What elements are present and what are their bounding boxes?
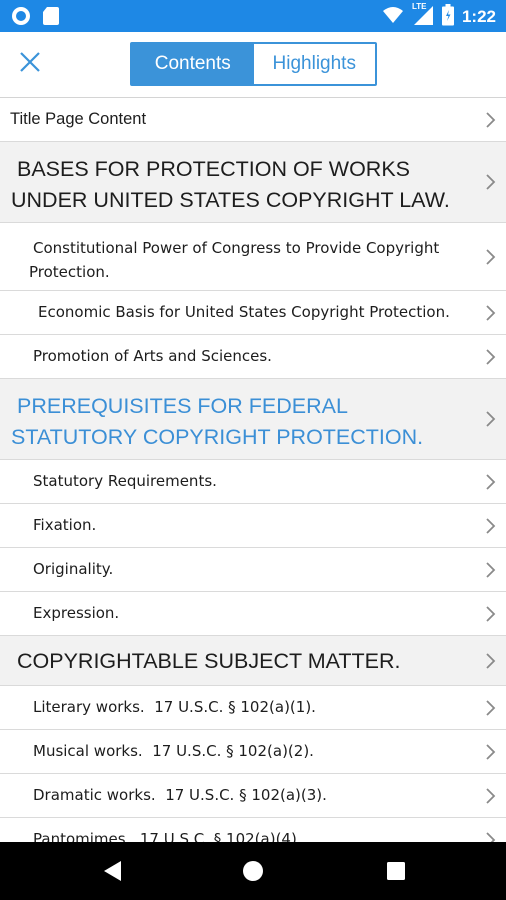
toc-item-label: Dramatic works. 17 U.S.C. § 102(a)(3). [33,786,327,804]
chevron-right-icon [486,561,496,578]
chevron-right-icon [486,473,496,490]
toc-item-label: Promotion of Arts and Sciences. [33,347,272,365]
toc-section-label: BASES FOR PROTECTION OF WORKS UNDER UNIT… [11,157,450,212]
chevron-right-icon [486,348,496,365]
chevron-right-icon [486,304,496,321]
signal-icon: LTE [411,2,434,30]
status-left [10,5,60,31]
recents-icon [387,862,405,880]
status-bar: LTE 1:22 [0,0,506,32]
toc-section-bases[interactable]: BASES FOR PROTECTION OF WORKS UNDER UNIT… [0,142,506,223]
sd-card-icon [42,6,60,30]
toc-item[interactable]: Constitutional Power of Congress to Prov… [0,223,506,291]
toc-section-subject-matter[interactable]: COPYRIGHTABLE SUBJECT MATTER. [0,636,506,686]
toc-item[interactable]: Musical works. 17 U.S.C. § 102(a)(2). [0,730,506,774]
toc-item-label: Originality. [33,560,114,578]
chevron-right-icon [486,605,496,622]
back-icon [104,861,121,881]
toc-section-label: PREREQUISITES FOR FEDERAL STATUTORY COPY… [11,394,424,449]
toc-item[interactable]: Literary works. 17 U.S.C. § 102(a)(1). [0,686,506,730]
network-label: LTE [411,2,427,11]
tab-contents[interactable]: Contents [132,44,254,84]
toc-item-label: Economic Basis for United States Copyrig… [38,303,450,321]
table-of-contents: Title Page Content BASES FOR PROTECTION … [0,98,506,842]
battery-icon [441,4,454,30]
home-icon [243,861,263,881]
wifi-icon [382,5,404,29]
chevron-right-icon [486,743,496,760]
toc-item[interactable]: Pantomimes. 17 U.S.C. § 102(a)(4). [0,818,506,842]
navigation-bar [0,842,506,900]
toc-item[interactable]: Originality. [0,548,506,592]
chevron-right-icon [486,831,496,842]
toc-item-label: Constitutional Power of Congress to Prov… [29,239,440,281]
app-bar: Contents Highlights [0,32,506,98]
chevron-right-icon [486,699,496,716]
chevron-right-icon [486,787,496,804]
toc-item-label: Musical works. 17 U.S.C. § 102(a)(2). [33,742,314,760]
home-button[interactable] [239,857,267,885]
notification-dot-icon [10,5,32,31]
chevron-right-icon [486,111,496,128]
toc-item-label: Title Page Content [10,110,147,128]
toc-section-label: COPYRIGHTABLE SUBJECT MATTER. [17,649,401,673]
toc-item[interactable]: Dramatic works. 17 U.S.C. § 102(a)(3). [0,774,506,818]
toc-item-label: Statutory Requirements. [33,472,217,490]
toc-item[interactable]: Fixation. [0,504,506,548]
toc-item-title-page[interactable]: Title Page Content [0,98,506,142]
back-button[interactable] [98,857,126,885]
chevron-right-icon [486,652,496,669]
toc-item-label: Pantomimes. 17 U.S.C. § 102(a)(4). [33,830,302,842]
toc-section-prerequisites[interactable]: PREREQUISITES FOR FEDERAL STATUTORY COPY… [0,379,506,460]
toc-item-label: Expression. [33,604,120,622]
close-button[interactable] [12,46,48,82]
status-time: 1:22 [461,7,496,26]
status-right: LTE 1:22 [382,2,496,30]
toc-item-label: Literary works. 17 U.S.C. § 102(a)(1). [33,698,316,716]
toc-item-label: Fixation. [33,516,97,534]
tab-highlights[interactable]: Highlights [253,44,375,84]
chevron-right-icon [486,411,496,427]
close-icon [19,51,41,77]
view-switcher: Contents Highlights [130,42,377,86]
toc-item[interactable]: Expression. [0,592,506,636]
toc-item[interactable]: Economic Basis for United States Copyrig… [0,291,506,335]
chevron-right-icon [486,174,496,190]
toc-item[interactable]: Promotion of Arts and Sciences. [0,335,506,379]
toc-item[interactable]: Statutory Requirements. [0,460,506,504]
chevron-right-icon [486,248,496,265]
recents-button[interactable] [382,857,410,885]
chevron-right-icon [486,517,496,534]
